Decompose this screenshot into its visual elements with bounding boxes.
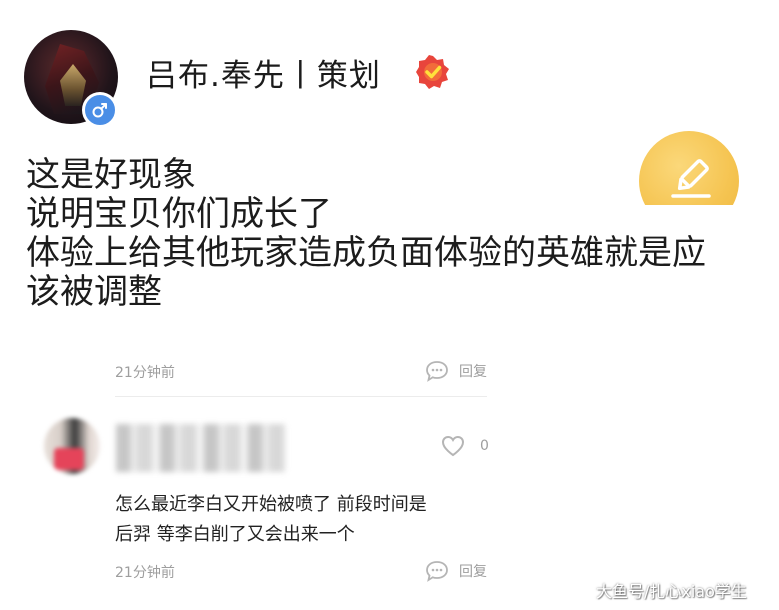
male-icon — [82, 92, 118, 128]
watermark: 大鱼号/扎心xiao学生 — [596, 582, 747, 601]
comment-bubble-icon — [426, 361, 448, 382]
post-line: 该被调整 — [26, 272, 162, 312]
post-line: 说明宝贝你们成长了 — [26, 194, 332, 234]
comment-screen: 吕布.奉先丨策划 这是好现象 说明宝贝你们成长了 体验上给其他玩家造成负面体验的… — [0, 0, 779, 610]
reply-line: 怎么最近李白又开始被喷了 前段时间是 — [115, 494, 427, 515]
author-name[interactable]: 吕布.奉先丨策划 — [146, 50, 381, 95]
post-line: 这是好现象 — [26, 155, 196, 195]
post-timestamp: 21分钟前 — [115, 365, 175, 381]
reply-line: 后羿 等李白削了又会出来一个 — [115, 524, 355, 545]
verified-badge-icon — [416, 55, 449, 89]
reply-label: 回复 — [459, 364, 487, 380]
reply-timestamp: 21分钟前 — [115, 565, 175, 581]
post-line: 体验上给其他玩家造成负面体验的英雄就是应 — [26, 233, 706, 273]
reply-author-name-blurred — [116, 424, 286, 472]
reply-meta-row: 21分钟前 回复 — [115, 560, 487, 584]
like-count: 0 — [480, 438, 489, 454]
like-button[interactable]: 0 — [440, 434, 489, 458]
reply-label: 回复 — [459, 564, 487, 580]
post-reply-button[interactable]: 回复 — [425, 360, 487, 382]
post-meta-row: 21分钟前 回复 — [115, 360, 487, 384]
reply-content: 怎么最近李白又开始被喷了 前段时间是 后羿 等李白削了又会出来一个 — [115, 490, 495, 550]
compose-button[interactable] — [639, 131, 739, 205]
comment-bubble-icon — [426, 561, 448, 582]
post-content: 这是好现象 说明宝贝你们成长了 体验上给其他玩家造成负面体验的英雄就是应 该被调… — [26, 156, 746, 312]
reply-author-avatar-blurred[interactable] — [44, 418, 100, 474]
divider — [115, 396, 487, 397]
pencil-icon — [671, 159, 711, 198]
heart-outline-icon — [441, 435, 465, 457]
reply-reply-button[interactable]: 回复 — [425, 560, 487, 582]
